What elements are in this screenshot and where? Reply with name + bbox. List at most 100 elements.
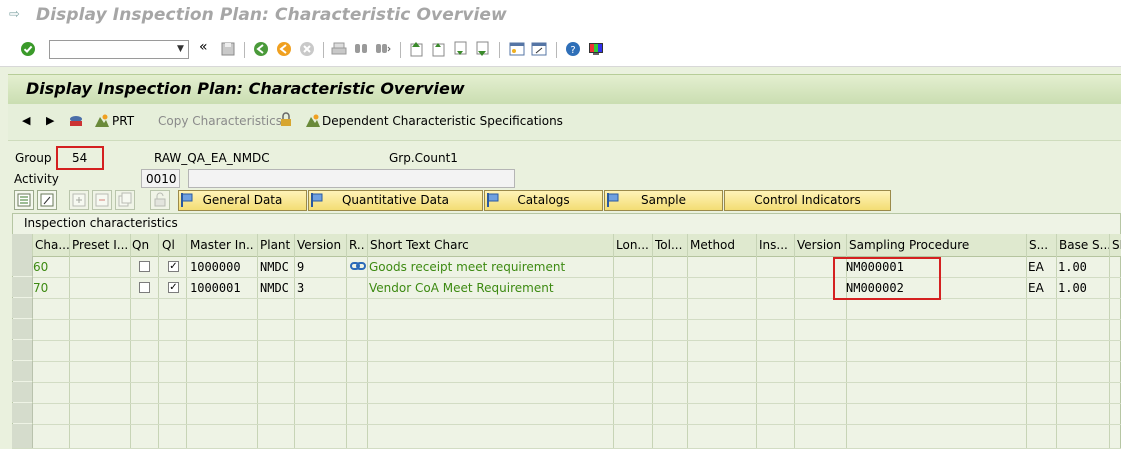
master-insp-char: 1000000: [190, 260, 241, 274]
group-counter: Grp.Count1: [389, 151, 458, 165]
table-row[interactable]: [12, 298, 1121, 320]
column-header[interactable]: Ins...: [759, 238, 793, 252]
help-icon[interactable]: ?: [565, 41, 581, 57]
unit: EA: [1028, 260, 1044, 274]
copy-characteristics-button[interactable]: Copy Characteristics: [158, 114, 282, 128]
command-field[interactable]: ▼: [49, 40, 189, 59]
next-page-icon[interactable]: [452, 41, 468, 57]
customize-layout-icon[interactable]: [588, 41, 604, 57]
previous-page-icon[interactable]: [430, 41, 446, 57]
select-all-rows-handle[interactable]: [12, 234, 33, 256]
row-selector[interactable]: [12, 256, 33, 276]
table-row[interactable]: [12, 319, 1121, 341]
group-name: RAW_QA_EA_NMDC: [154, 151, 270, 165]
tab-label: Control Indicators: [754, 193, 861, 207]
column-header[interactable]: Plant: [260, 238, 290, 252]
plant: NMDC: [260, 281, 289, 295]
column-header[interactable]: Tol...: [655, 238, 687, 252]
print-icon[interactable]: [331, 41, 347, 57]
insert-row-button[interactable]: [69, 190, 89, 210]
activity-value: 0010: [146, 172, 177, 186]
table-row[interactable]: [12, 361, 1121, 383]
exit-icon[interactable]: ⇨: [9, 8, 23, 22]
ql-checkbox[interactable]: ✓: [168, 282, 179, 293]
lock-row-button[interactable]: [150, 190, 170, 210]
save-icon[interactable]: [220, 41, 236, 57]
row-selector[interactable]: [12, 298, 33, 318]
object-overview-icon[interactable]: [68, 113, 84, 129]
standard-toolbar: ▼ « ?: [0, 32, 1121, 66]
tab-control-indicators[interactable]: Control Indicators: [724, 190, 891, 211]
table-row[interactable]: [12, 403, 1121, 425]
tab-general-data[interactable]: General Data: [178, 190, 307, 211]
column-header[interactable]: Lon...: [616, 238, 650, 252]
group-highlight-box: [56, 146, 104, 170]
find-icon[interactable]: [353, 41, 369, 57]
next-arrow-icon[interactable]: ▶: [46, 114, 54, 127]
prt-icon[interactable]: [94, 113, 110, 129]
column-header[interactable]: Ql: [162, 238, 175, 252]
table-row[interactable]: 70 ✓ 1000001 NMDC 3 Vendor CoA Meet Requ…: [12, 277, 1121, 299]
column-header[interactable]: Version: [297, 238, 341, 252]
qn-checkbox[interactable]: [139, 282, 150, 293]
lock-icon[interactable]: [278, 112, 294, 128]
column-header[interactable]: Preset I...: [72, 238, 128, 252]
ql-checkbox[interactable]: ✓: [168, 261, 179, 272]
table-header: Cha... Preset I... Qn Ql Master In... Pl…: [12, 234, 1121, 257]
page-title: Display Inspection Plan: Characteristic …: [26, 79, 465, 98]
column-header[interactable]: S...: [1029, 238, 1054, 252]
table-row[interactable]: [12, 382, 1121, 404]
row-selector[interactable]: [12, 424, 33, 448]
tab-sample[interactable]: Sample: [604, 190, 723, 211]
back-icon[interactable]: [253, 41, 269, 57]
table-row[interactable]: [12, 340, 1121, 362]
column-header[interactable]: R..: [349, 238, 367, 252]
select-all-button[interactable]: [14, 190, 34, 210]
link-icon[interactable]: [350, 260, 366, 272]
toolbar-divider: [0, 66, 1121, 67]
flag-icon: [311, 193, 323, 207]
column-header[interactable]: Master In...: [190, 238, 254, 252]
enter-check-icon[interactable]: [20, 41, 36, 57]
last-page-icon[interactable]: [474, 41, 490, 57]
dependent-characteristic-specifications-button[interactable]: Dependent Characteristic Specifications: [322, 114, 563, 128]
row-selector[interactable]: [12, 382, 33, 402]
delete-row-button[interactable]: [92, 190, 112, 210]
first-page-icon[interactable]: [408, 41, 424, 57]
base-sample: 1.00: [1058, 281, 1087, 295]
tab-catalogs[interactable]: Catalogs: [484, 190, 603, 211]
previous-arrow-icon[interactable]: ◀: [22, 114, 30, 127]
column-header[interactable]: Base S...: [1059, 238, 1109, 252]
row-selector[interactable]: [12, 403, 33, 423]
column-header[interactable]: Qn: [132, 238, 149, 252]
row-selector[interactable]: [12, 340, 33, 360]
prt-button[interactable]: PRT: [112, 114, 134, 128]
column-header[interactable]: Short Text Charc: [370, 238, 469, 252]
row-selector[interactable]: [12, 361, 33, 381]
shortcut-icon[interactable]: [531, 41, 547, 57]
column-header[interactable]: Cha...: [35, 238, 69, 252]
qn-checkbox[interactable]: [139, 261, 150, 272]
new-session-icon[interactable]: [509, 41, 525, 57]
column-header[interactable]: Version: [797, 238, 841, 252]
column-header[interactable]: SP: [1112, 238, 1121, 252]
flag-icon: [487, 193, 499, 207]
tab-quantitative-data[interactable]: Quantitative Data: [308, 190, 483, 211]
nav-back-glyph[interactable]: «: [199, 39, 208, 55]
row-selector[interactable]: [12, 277, 33, 297]
dependent-spec-icon[interactable]: [305, 113, 321, 129]
column-header[interactable]: Method: [690, 238, 735, 252]
activity-text-field[interactable]: [188, 169, 515, 188]
exit-icon[interactable]: [276, 41, 292, 57]
deselect-all-button[interactable]: [37, 190, 57, 210]
copy-row-button[interactable]: [115, 190, 135, 210]
plant: NMDC: [260, 260, 289, 274]
table-row[interactable]: 60 ✓ 1000000 NMDC 9 Goods receipt meet r…: [12, 256, 1121, 278]
find-next-icon[interactable]: [375, 41, 391, 57]
column-header[interactable]: Sampling Procedure: [849, 238, 969, 252]
chevron-down-icon[interactable]: ▼: [174, 42, 187, 57]
cancel-icon[interactable]: [299, 41, 315, 57]
row-selector[interactable]: [12, 319, 33, 339]
activity-field[interactable]: 0010: [141, 169, 180, 188]
table-row[interactable]: [12, 424, 1121, 449]
